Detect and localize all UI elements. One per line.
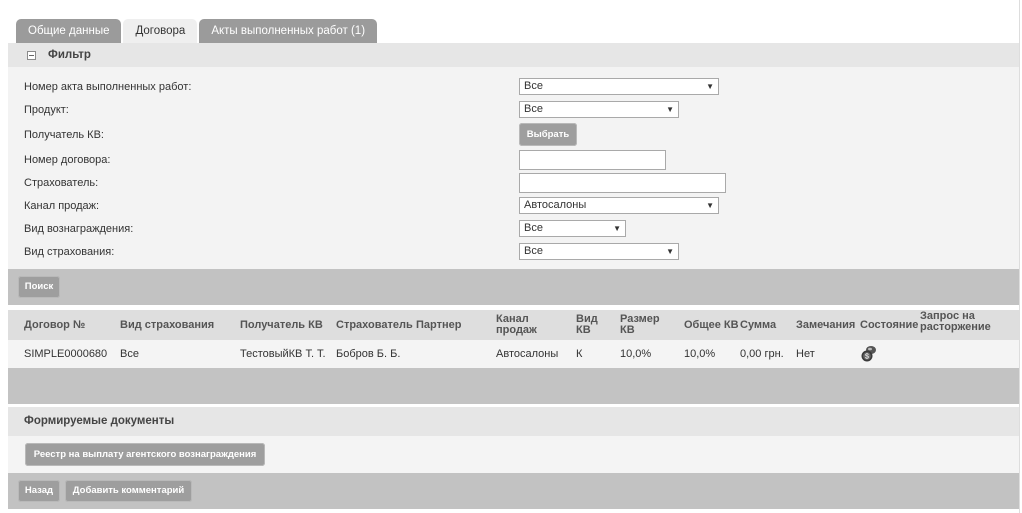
cell-insurer: Бобров Б. Б. (336, 348, 401, 360)
documents-title: Формируемые документы (24, 415, 175, 427)
documents-header: Формируемые документы (8, 407, 1019, 436)
product-label: Продукт: (24, 104, 69, 116)
col-termination-request[interactable]: Запрос на расторжение (920, 311, 1010, 333)
cell-contract[interactable]: SIMPLE0000680 (24, 348, 107, 360)
table-header: Договор № Вид страхования Получатель КВ … (8, 310, 1019, 340)
recipient-label: Получатель КВ: (24, 129, 104, 141)
contract-number-label: Номер договора: (24, 154, 111, 166)
table-footer (8, 368, 1019, 404)
insurance-type-value: Все (524, 245, 543, 257)
cell-recipient: ТестовыйКВ Т. Т. (240, 348, 326, 360)
sales-channel-value: Автосалоны (524, 199, 587, 211)
product-select[interactable]: Все ▼ (519, 101, 679, 118)
tab-acts[interactable]: Акты выполненных работ (1) (199, 19, 378, 43)
reward-type-value: Все (524, 222, 543, 234)
act-number-select[interactable]: Все ▼ (519, 78, 719, 95)
reward-type-label: Вид вознаграждения: (24, 223, 134, 235)
filter-panel: Фильтр Номер акта выполненных работ: Все… (8, 43, 1019, 269)
col-sum[interactable]: Сумма (740, 320, 776, 331)
col-contract[interactable]: Договор № (24, 320, 85, 331)
filter-header[interactable]: Фильтр (8, 43, 1019, 67)
col-kv-type[interactable]: Вид КВ (576, 314, 604, 336)
cell-insurance-type: Все (120, 348, 139, 360)
add-comment-button[interactable]: Добавить комментарий (65, 480, 192, 502)
cell-kv-size: 10,0% (620, 348, 652, 360)
chevron-down-icon: ▼ (666, 247, 674, 256)
filter-title: Фильтр (48, 49, 91, 61)
col-recipient[interactable]: Получатель КВ (240, 320, 323, 331)
tab-general-data[interactable]: Общие данные (16, 19, 122, 43)
table-row[interactable]: SIMPLE0000680 Все ТестовыйКВ Т. Т. Бобро… (8, 340, 1019, 368)
col-total-kv[interactable]: Общее КВ (684, 320, 739, 331)
tab-contracts[interactable]: Договора (123, 19, 198, 43)
product-value: Все (524, 103, 543, 115)
cell-kv-type: К (576, 348, 583, 360)
insurer-label: Страхователь: (24, 177, 99, 189)
col-kv-size[interactable]: Размер КВ (620, 314, 670, 336)
insurance-type-select[interactable]: Все ▼ (519, 243, 679, 260)
cell-remarks: Нет (796, 348, 815, 360)
col-insurance-type[interactable]: Вид страхования (120, 320, 214, 331)
col-channel[interactable]: Канал продаж (496, 314, 551, 336)
col-partner[interactable]: Партнер (416, 320, 461, 331)
search-button[interactable]: Поиск (18, 276, 60, 298)
contract-number-input[interactable] (519, 150, 666, 170)
reward-type-select[interactable]: Все ▼ (519, 220, 626, 237)
documents-panel: Реестр на выплату агентского вознагражде… (8, 436, 1019, 473)
agent-reward-registry-button[interactable]: Реестр на выплату агентского вознагражде… (25, 443, 265, 466)
chevron-down-icon: ▼ (613, 224, 621, 233)
chevron-down-icon: ▼ (706, 82, 714, 91)
col-remarks[interactable]: Замечания (796, 320, 855, 331)
cell-sum: 0,00 грн. (740, 348, 784, 360)
act-number-label: Номер акта выполненных работ: (24, 81, 192, 93)
chevron-down-icon: ▼ (706, 201, 714, 210)
search-bar: Поиск (8, 269, 1019, 305)
svg-text:$: $ (865, 354, 869, 361)
tab-bar: Общие данные Договора Акты выполненных р… (16, 19, 379, 43)
footer-bar: Назад Добавить комментарий (8, 473, 1019, 509)
select-recipient-button[interactable]: Выбрать (519, 123, 577, 146)
cell-total-kv: 10,0% (684, 348, 716, 360)
cell-channel: Автосалоны (496, 348, 559, 360)
col-status[interactable]: Состояние (860, 320, 918, 331)
col-insurer[interactable]: Страхователь (336, 320, 413, 331)
scrollbar-edge (1019, 0, 1020, 513)
insurance-type-label: Вид страхования: (24, 246, 115, 258)
back-button[interactable]: Назад (18, 480, 60, 502)
money-bag-icon[interactable]: $ (860, 344, 878, 362)
insurer-input[interactable] (519, 173, 726, 193)
act-number-value: Все (524, 80, 543, 92)
chevron-down-icon: ▼ (666, 105, 674, 114)
sales-channel-label: Канал продаж: (24, 200, 100, 212)
sales-channel-select[interactable]: Автосалоны ▼ (519, 197, 719, 214)
collapse-icon[interactable] (27, 50, 36, 60)
